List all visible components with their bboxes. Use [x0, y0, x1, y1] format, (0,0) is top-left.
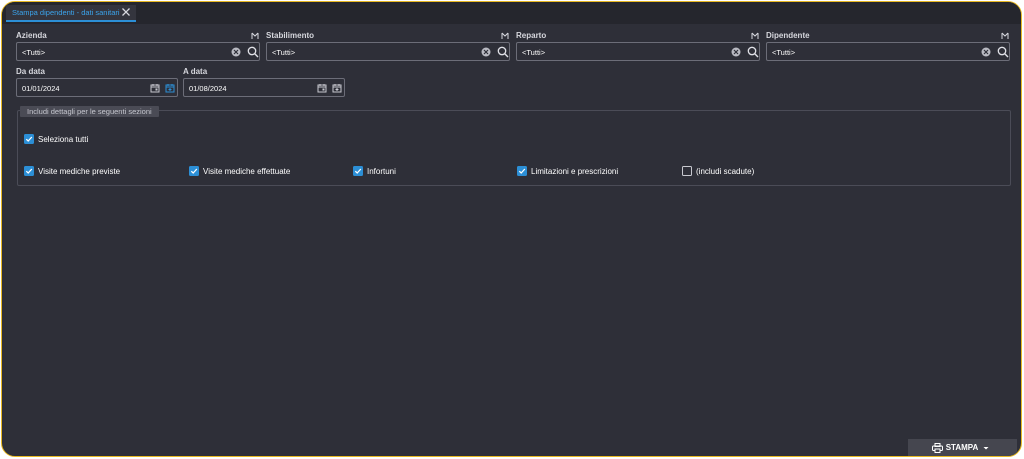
stabilimento-input[interactable]: <Tutti>: [266, 42, 510, 61]
dipendente-value: <Tutti>: [772, 48, 796, 57]
reparto-field: Reparto <Tutti>: [516, 31, 760, 62]
clear-icon[interactable]: [481, 47, 491, 57]
stampa-label: STAMPA: [945, 443, 979, 452]
pin-icon[interactable]: [251, 32, 259, 40]
checkbox-includi-scadute[interactable]: (includi scadute): [682, 166, 754, 176]
check-icon: [24, 166, 34, 176]
da-data-value: 01/01/2024: [22, 84, 60, 93]
caret-down-icon[interactable]: [982, 445, 990, 451]
search-icon[interactable]: [247, 46, 259, 58]
search-icon[interactable]: [747, 46, 759, 58]
checkbox-limitazioni[interactable]: Limitazioni e prescrizioni: [517, 166, 618, 176]
azienda-label: Azienda: [16, 31, 47, 40]
sections-legend: Includi dettagli per le seguenti sezioni: [20, 106, 159, 117]
stabilimento-field: Stabilimento <Tutti>: [266, 31, 510, 62]
checkbox-label: (includi scadute): [696, 166, 755, 176]
dipendente-input[interactable]: <Tutti>: [766, 42, 1010, 61]
calendar-today-icon[interactable]: [165, 83, 175, 93]
da-data-input[interactable]: 01/01/2024: [16, 78, 178, 97]
search-icon[interactable]: [997, 46, 1009, 58]
a-data-label: A data: [183, 67, 208, 76]
checkbox-empty-icon: [682, 166, 692, 176]
azienda-value: <Tutti>: [22, 48, 46, 57]
close-icon[interactable]: [121, 7, 131, 17]
stabilimento-value: <Tutti>: [272, 48, 296, 57]
checkbox-label: Limitazioni e prescrizioni: [531, 166, 619, 176]
check-icon: [517, 166, 527, 176]
sections-fieldset: Includi dettagli per le seguenti sezioni…: [17, 106, 1011, 186]
tab-title: Stampa dipendenti - dati sanitari: [12, 8, 120, 17]
azienda-field: Azienda <Tutti>: [16, 31, 260, 62]
tab-stampa-dipendenti[interactable]: Stampa dipendenti - dati sanitari: [6, 5, 136, 22]
reparto-label: Reparto: [516, 31, 547, 40]
check-icon: [24, 134, 34, 144]
checkbox-infortuni[interactable]: Infortuni: [353, 166, 396, 176]
checkbox-label: Infortuni: [367, 166, 396, 176]
stampa-button[interactable]: STAMPA: [908, 439, 1017, 456]
checkbox-visite-effettuate[interactable]: Visite mediche effettuate: [189, 166, 290, 176]
dipendente-field: Dipendente <Tutti>: [766, 31, 1010, 62]
da-data-field: Da data 01/01/2024: [16, 67, 178, 98]
reparto-value: <Tutti>: [522, 48, 546, 57]
reparto-input[interactable]: <Tutti>: [516, 42, 760, 61]
select-all-label: Seleziona tutti: [38, 134, 89, 144]
checkbox-label: Visite mediche effettuate: [203, 166, 291, 176]
clear-icon[interactable]: [981, 47, 991, 57]
checkbox-visite-previste[interactable]: Visite mediche previste: [24, 166, 120, 176]
azienda-input[interactable]: <Tutti>: [16, 42, 260, 61]
check-icon: [189, 166, 199, 176]
check-icon: [353, 166, 363, 176]
app-window: Stampa dipendenti - dati sanitari Aziend…: [1, 1, 1022, 457]
search-icon[interactable]: [497, 46, 509, 58]
dipendente-label: Dipendente: [766, 31, 810, 40]
a-data-input[interactable]: 01/08/2024: [183, 78, 345, 97]
a-data-field: A data 01/08/2024: [183, 67, 345, 98]
stabilimento-label: Stabilimento: [266, 31, 315, 40]
pin-icon[interactable]: [751, 32, 759, 40]
calendar-icon[interactable]: [317, 83, 327, 93]
checkbox-label: Visite mediche previste: [38, 166, 121, 176]
select-all-checkbox[interactable]: Seleziona tutti: [24, 134, 88, 144]
tab-bar: Stampa dipendenti - dati sanitari: [2, 2, 1021, 24]
pin-icon[interactable]: [501, 32, 509, 40]
da-data-label: Da data: [16, 67, 45, 76]
pin-icon[interactable]: [1001, 32, 1009, 40]
a-data-value: 01/08/2024: [189, 84, 227, 93]
calendar-add-icon[interactable]: [332, 83, 342, 93]
printer-icon: [931, 442, 943, 453]
clear-icon[interactable]: [731, 47, 741, 57]
calendar-icon[interactable]: [150, 83, 160, 93]
clear-icon[interactable]: [231, 47, 241, 57]
